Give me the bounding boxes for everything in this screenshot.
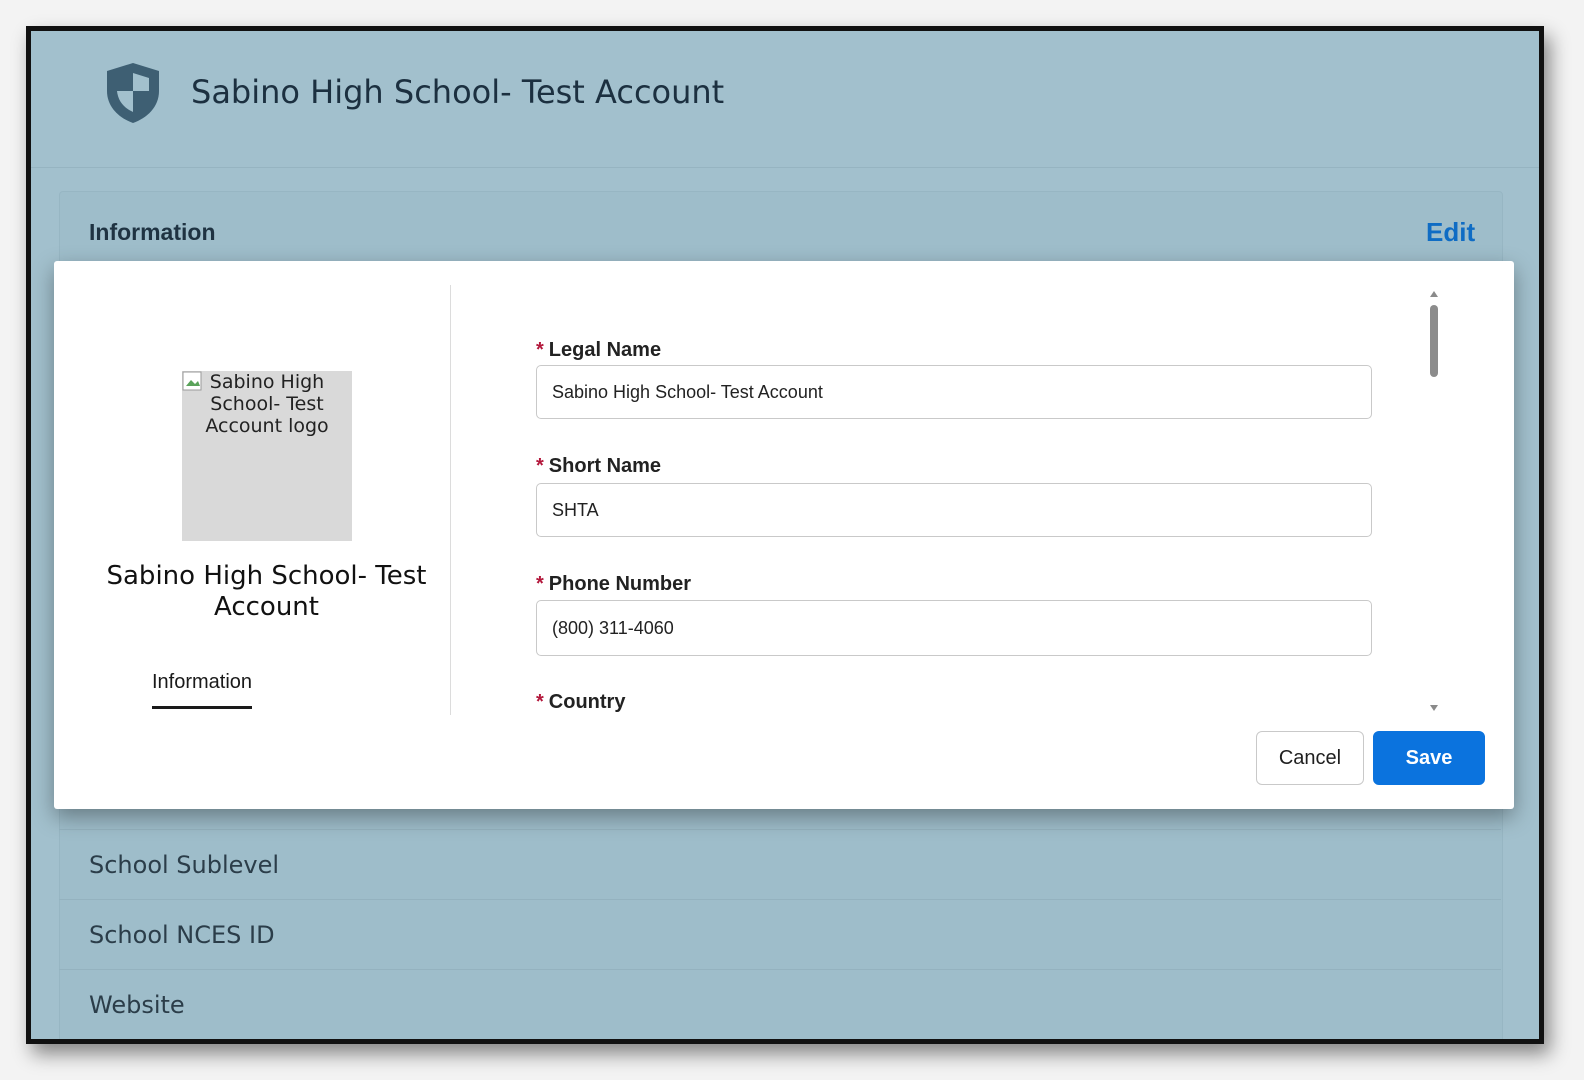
scroll-down-arrow-icon[interactable] — [1430, 705, 1438, 711]
field-label-website: Website — [89, 991, 185, 1019]
phone-number-label: * Phone Number — [536, 573, 692, 595]
information-heading: Information — [89, 219, 216, 245]
edit-link[interactable]: Edit — [1426, 217, 1475, 248]
logo-alt-text: Sabino High School- Test Account logo — [205, 371, 329, 437]
short-name-input[interactable] — [536, 483, 1372, 537]
account-name: Sabino High School- Test Account — [106, 561, 427, 622]
scroll-up-arrow-icon[interactable] — [1430, 291, 1438, 297]
edit-account-modal: Sabino High School- Test Account logo Sa… — [54, 261, 1514, 809]
form-scrollbar[interactable] — [1426, 287, 1442, 715]
field-divider — [59, 969, 1501, 970]
legal-name-input[interactable] — [536, 365, 1372, 419]
cancel-button[interactable]: Cancel — [1256, 731, 1364, 785]
country-label: * Country — [536, 691, 626, 713]
field-label-school-nces-id: School NCES ID — [89, 921, 275, 949]
field-label-school-sublevel: School Sublevel — [89, 851, 280, 879]
required-asterisk: * — [536, 455, 544, 477]
required-asterisk: * — [536, 691, 544, 713]
shield-icon — [107, 63, 159, 123]
tab-information[interactable]: Information — [152, 671, 253, 709]
save-button[interactable]: Save — [1373, 731, 1485, 785]
scroll-thumb[interactable] — [1430, 305, 1438, 377]
field-divider — [59, 899, 1501, 900]
field-divider — [59, 829, 1501, 830]
required-asterisk: * — [536, 573, 544, 595]
legal-name-label: * Legal Name — [536, 339, 662, 361]
short-name-label: * Short Name — [536, 455, 662, 477]
phone-number-input[interactable] — [536, 600, 1372, 656]
required-asterisk: * — [536, 339, 544, 361]
account-logo: Sabino High School- Test Account logo — [182, 371, 352, 541]
form-scroll-area: *Legal Name *Short Name *Phone Number *C… — [451, 285, 1461, 715]
header-divider — [31, 167, 1539, 168]
page-title: Sabino High School- Test Account — [191, 73, 725, 111]
